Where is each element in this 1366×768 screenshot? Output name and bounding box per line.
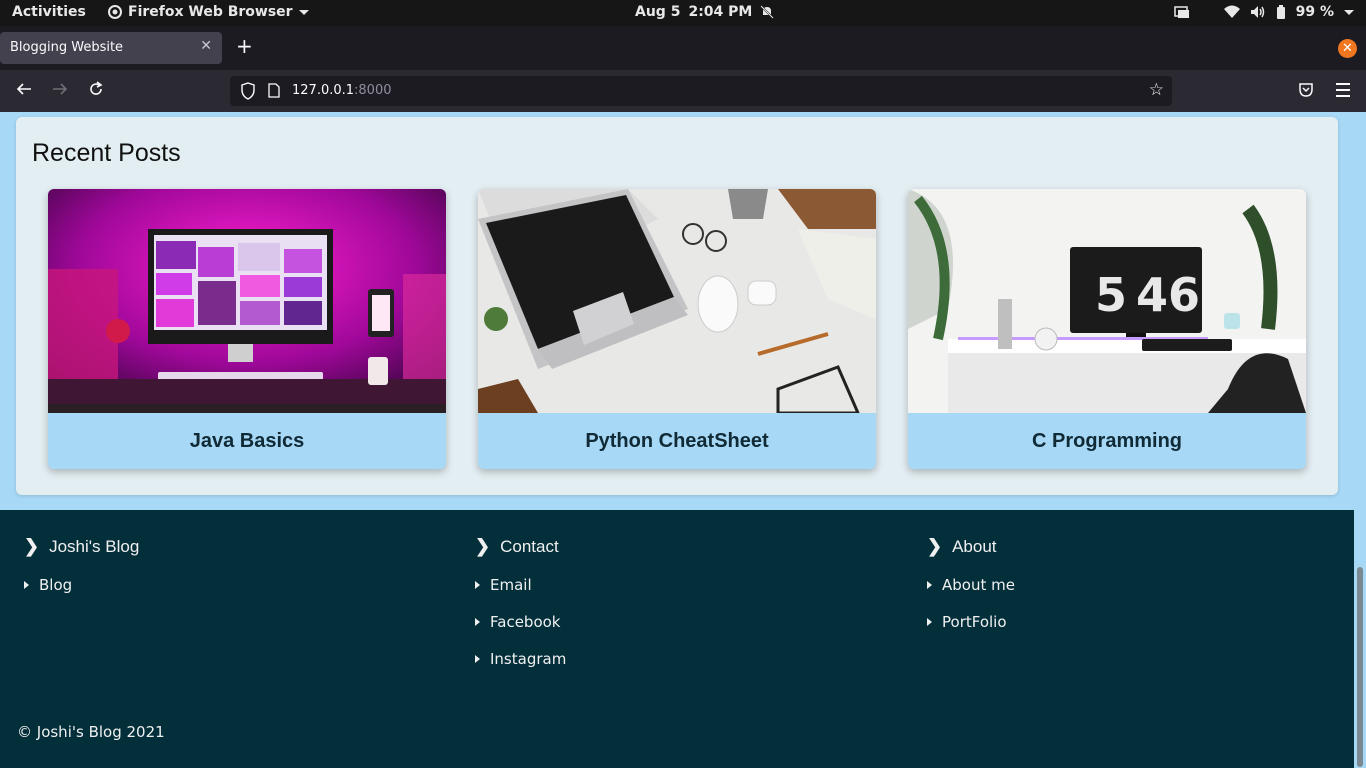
post-title-c[interactable]: C Programming: [908, 413, 1306, 469]
url-host: 127.0.0.1: [292, 83, 355, 98]
monitor-clock-hours: 5: [1095, 268, 1127, 322]
browser-nav-bar: 127.0.0.1:8000 ☆: [0, 70, 1366, 112]
site-footer: ❯ Joshi's Blog Blog ❯ Contact Email Face…: [0, 510, 1354, 768]
url-bar[interactable]: 127.0.0.1:8000 ☆: [230, 76, 1172, 106]
page-scrollbar[interactable]: [1354, 112, 1366, 768]
menu-icon[interactable]: [1336, 83, 1350, 101]
footer-column-about: ❯ About About me PortFolio: [927, 536, 1015, 649]
volume-icon: [1250, 6, 1264, 18]
caret-right-icon: [475, 581, 480, 589]
monitor-clock-minutes: 46: [1136, 268, 1200, 322]
footer-link-facebook[interactable]: Facebook: [475, 612, 566, 632]
browser-tab-bar: Blogging Website ✕ + ✕: [0, 26, 1366, 70]
footer-copyright: © Joshi's Blog 2021: [17, 723, 165, 741]
recent-posts-heading: Recent Posts: [32, 139, 181, 167]
app-menu-label: Firefox Web Browser: [128, 4, 293, 20]
chevron-right-icon: ❯: [24, 536, 40, 556]
forward-icon[interactable]: [51, 80, 69, 103]
caret-right-icon: [475, 618, 480, 626]
footer-link-email[interactable]: Email: [475, 575, 566, 595]
footer-link-about-me[interactable]: About me: [927, 575, 1015, 595]
post-image-java: [48, 189, 446, 413]
footer-heading: ❯ Contact: [475, 536, 566, 557]
clock-date: Aug 5: [635, 4, 681, 20]
post-card-java[interactable]: Java Basics: [48, 189, 446, 469]
clock[interactable]: Aug 5 2:04 PM: [635, 4, 775, 20]
wifi-icon: [1223, 5, 1240, 18]
browser-tab[interactable]: Blogging Website ✕: [0, 32, 222, 64]
url-text[interactable]: 127.0.0.1:8000: [292, 83, 392, 98]
footer-link-text[interactable]: Instagram: [490, 650, 566, 668]
pocket-icon[interactable]: [1298, 82, 1314, 98]
post-title-java[interactable]: Java Basics: [48, 413, 446, 469]
footer-column-contact: ❯ Contact Email Facebook Instagram: [475, 536, 566, 686]
firefox-icon: [108, 5, 122, 19]
caret-right-icon: [24, 581, 29, 589]
screen-share-icon: [1173, 6, 1189, 18]
shield-icon[interactable]: [240, 82, 256, 100]
system-top-bar: Activities Firefox Web Browser Aug 5 2:0…: [0, 0, 1366, 26]
app-menu[interactable]: Firefox Web Browser: [108, 4, 309, 20]
post-image-python: [478, 189, 876, 413]
window-close-button[interactable]: ✕: [1338, 39, 1357, 58]
notifications-muted-icon: [760, 5, 775, 19]
post-image-c: 5 46: [908, 189, 1306, 413]
chevron-right-icon: ❯: [475, 536, 491, 556]
bookmark-star-icon[interactable]: ☆: [1149, 80, 1164, 100]
caret-right-icon: [927, 581, 932, 589]
footer-heading: ❯ Joshi's Blog: [24, 536, 139, 557]
url-port: :8000: [354, 83, 392, 98]
caret-right-icon: [475, 655, 480, 663]
footer-link-text[interactable]: Blog: [39, 576, 72, 594]
footer-heading-text: About: [952, 536, 997, 556]
new-tab-button[interactable]: +: [236, 36, 253, 56]
close-tab-icon[interactable]: ✕: [200, 38, 212, 54]
activities-button[interactable]: Activities: [12, 4, 86, 20]
footer-heading: ❯ About: [927, 536, 1015, 557]
post-card-c[interactable]: 5 46 C Programming: [908, 189, 1306, 469]
footer-link-text[interactable]: About me: [942, 576, 1015, 594]
chevron-right-icon: ❯: [927, 536, 943, 556]
chevron-down-icon: [298, 9, 309, 15]
reload-icon[interactable]: [87, 80, 105, 103]
battery-percent: 99 %: [1295, 4, 1334, 20]
footer-link-text[interactable]: Facebook: [490, 613, 560, 631]
recent-posts-section: Recent Posts Java Basics Python CheatShe…: [16, 117, 1338, 495]
page-icon[interactable]: [268, 83, 280, 98]
post-card-python[interactable]: Python CheatSheet: [478, 189, 876, 469]
footer-column-blog: ❯ Joshi's Blog Blog: [24, 536, 139, 612]
footer-link-instagram[interactable]: Instagram: [475, 649, 566, 669]
clock-time: 2:04 PM: [688, 4, 753, 20]
back-icon[interactable]: [15, 80, 33, 103]
tab-title: Blogging Website: [10, 40, 124, 55]
scrollbar-thumb[interactable]: [1357, 567, 1363, 767]
footer-link-portfolio[interactable]: PortFolio: [927, 612, 1015, 632]
battery-icon: [1276, 5, 1285, 19]
footer-link-blog[interactable]: Blog: [24, 575, 139, 595]
system-tray[interactable]: 99 %: [1173, 4, 1354, 20]
footer-heading-text: Joshi's Blog: [49, 536, 140, 556]
post-title-python[interactable]: Python CheatSheet: [478, 413, 876, 469]
footer-heading-text: Contact: [500, 536, 559, 556]
footer-link-text[interactable]: PortFolio: [942, 613, 1007, 631]
footer-link-text[interactable]: Email: [490, 576, 532, 594]
chevron-down-icon: [1344, 9, 1354, 15]
page-viewport: Recent Posts Java Basics Python CheatShe…: [0, 112, 1366, 768]
caret-right-icon: [927, 618, 932, 626]
